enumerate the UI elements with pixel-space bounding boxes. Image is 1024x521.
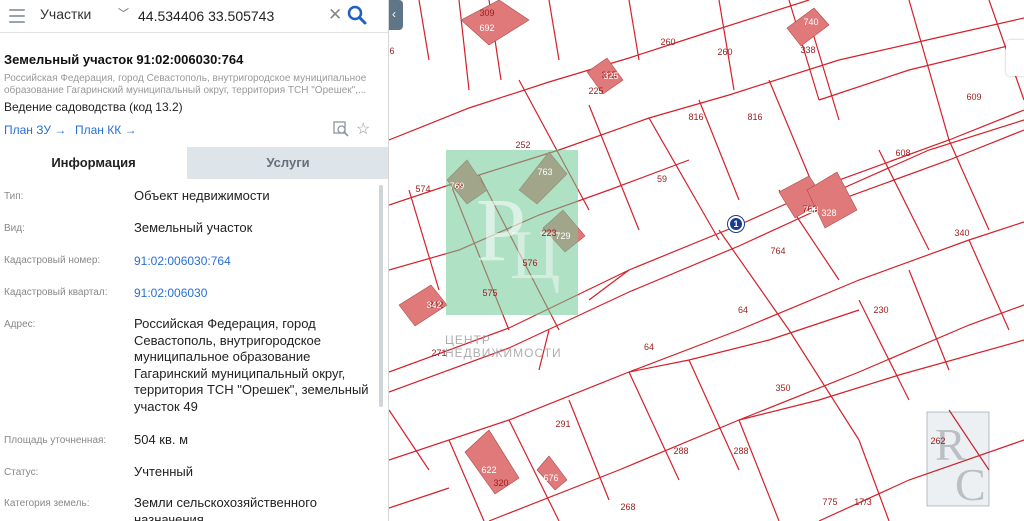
info-label: Кадастровый квартал: [4, 287, 108, 298]
plot-number: 260 [660, 37, 676, 47]
info-value: Учтенный [134, 464, 194, 479]
cadastral-map-app: R C P Ц ЦЕНТР НЕДВИЖИМОСТИ 6 309 260 260 338… [0, 0, 1024, 521]
info-label: Адрес: [4, 319, 36, 330]
plot-number: 320 [493, 478, 509, 488]
plot-number: 288 [733, 446, 749, 456]
watermark-text: ЦЕНТР НЕДВИЖИМОСТИ [445, 333, 562, 360]
info-value: Земли сельскохозяйственного назначения [134, 495, 317, 521]
collapse-panel-button[interactable]: ‹ [389, 0, 403, 30]
info-label: Категория земель: [4, 498, 90, 509]
building-number: 692 [479, 23, 495, 33]
menu-icon[interactable] [9, 9, 25, 23]
building-number: 769 [449, 181, 465, 191]
location-marker-icon[interactable]: 1 [728, 216, 744, 232]
cadastral-number-link[interactable]: 91:02:006030:764 [134, 253, 374, 270]
parcel-permitted-use: Ведение садоводства (код 13.2) [4, 100, 183, 114]
plot-number: 271 [431, 348, 447, 358]
plot-number: 6 [389, 46, 395, 56]
layer-select[interactable]: Участки ﹀ [40, 6, 130, 26]
star-icon[interactable]: ☆ [356, 119, 370, 139]
plot-number: 309 [479, 8, 495, 18]
info-value: Земельный участок [134, 220, 253, 235]
info-panel: Участки ﹀ ✕ Земельный участок 91:02:0060… [0, 0, 389, 521]
plot-number: 64 [643, 342, 655, 352]
rc-logo: R C [926, 411, 990, 510]
map-tools-tab[interactable] [1006, 40, 1024, 76]
plot-number: 574 [415, 184, 431, 194]
plot-number: 288 [673, 446, 689, 456]
plot-number: 350 [775, 383, 791, 393]
plot-number: 268 [620, 502, 636, 512]
tab-services[interactable]: Услуги [187, 147, 388, 179]
building-number: 740 [803, 17, 819, 27]
plot-number: 575 [482, 288, 498, 298]
parcel-title: Земельный участок 91:02:006030:764 [4, 52, 244, 67]
building-number: 342 [426, 300, 442, 310]
search-bar: Участки ﹀ ✕ [0, 0, 388, 33]
clear-icon[interactable]: ✕ [328, 5, 342, 25]
building-number: 728 [803, 205, 819, 215]
panel-tabs: Информация Услуги [0, 147, 388, 179]
parcel-address-summary: Российская Федерация, город Севастополь,… [4, 73, 367, 96]
info-value: 504 кв. м [134, 432, 189, 447]
plot-number: 764 [770, 246, 786, 256]
building-number: 328 [821, 208, 837, 218]
plot-number: 576 [522, 258, 538, 268]
plot-number: 252 [515, 140, 531, 150]
building-number: 729 [555, 231, 571, 241]
plot-number: 608 [895, 148, 911, 158]
zoom-to-icon[interactable] [333, 121, 349, 137]
info-label: Тип: [4, 191, 24, 202]
plot-number: 338 [800, 45, 816, 55]
info-label: Статус: [4, 467, 39, 478]
info-label: Вид: [4, 223, 25, 234]
plot-number: 609 [966, 92, 982, 102]
plan-kk-link[interactable]: План КК → [75, 123, 137, 137]
plot-number: 340 [954, 228, 970, 238]
building-number: 622 [481, 465, 497, 475]
building-number: 325 [603, 71, 619, 81]
plot-number: 775 [822, 497, 838, 507]
plan-zu-link[interactable]: План ЗУ → [4, 123, 66, 137]
search-input[interactable] [138, 5, 328, 27]
plot-number: 225 [588, 86, 604, 96]
plot-number: 816 [688, 112, 704, 122]
info-value: Российская Федерация, город Севастополь,… [134, 316, 369, 414]
tab-information[interactable]: Информация [0, 147, 187, 179]
plot-number: 64 [737, 305, 749, 315]
plot-number: 260 [717, 47, 733, 57]
map-canvas[interactable]: R C P Ц ЦЕНТР НЕДВИЖИМОСТИ 6 309 260 260 338… [389, 0, 1024, 521]
plot-number: 230 [873, 305, 889, 315]
building-number: 676 [543, 473, 559, 483]
search-icon[interactable] [346, 4, 368, 26]
info-value: Объект недвижимости [134, 188, 270, 203]
chevron-left-icon: ‹ [392, 7, 396, 21]
plot-number: 223 [541, 228, 557, 238]
plot-number: 262 [930, 436, 946, 446]
plot-number: 291 [555, 419, 571, 429]
svg-text:C: C [955, 459, 986, 510]
building-number: 763 [537, 167, 553, 177]
layer-select-label: Участки [40, 6, 92, 22]
plot-number: 59 [656, 174, 668, 184]
info-label: Кадастровый номер: [4, 255, 101, 266]
scrollbar[interactable] [379, 185, 383, 407]
plot-number: 816 [747, 112, 763, 122]
info-list: Тип: Объект недвижимости Вид: Земельный … [0, 180, 388, 521]
cadastral-quarter-link[interactable]: 91:02:006030 [134, 285, 374, 302]
info-label: Площадь уточненная: [4, 435, 107, 446]
plot-number: 17/3 [854, 497, 872, 507]
chevron-down-icon: ﹀ [118, 8, 129, 20]
